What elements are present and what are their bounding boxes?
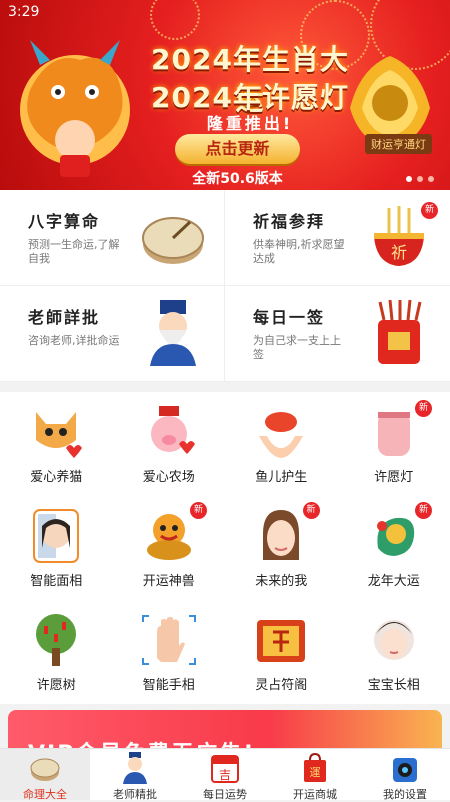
bag-emblem-text: 運 <box>310 766 321 779</box>
promo-banner[interactable]: 2024年生肖大运 2024年许愿灯 隆重推出! 点击更新 全新50.6版本 财… <box>0 0 450 190</box>
new-badge: 新 <box>190 502 207 519</box>
tile-label: 未来的我 <box>225 570 338 589</box>
tile-label: 灵占符阁 <box>225 674 338 693</box>
tile-label: 许愿灯 <box>338 466 450 485</box>
carousel-dot[interactable] <box>406 176 412 182</box>
carousel-dots[interactable] <box>406 176 434 182</box>
tile-beast[interactable]: 新 开运神兽 <box>113 496 226 600</box>
tab-laoshi[interactable]: 老师精批 <box>90 749 180 800</box>
tile-fish[interactable]: 鱼儿护生 <box>225 392 338 496</box>
tile-lantern[interactable]: 新 许愿灯 <box>338 392 450 496</box>
tile-label: 龙年大运 <box>338 570 450 589</box>
palm-icon <box>139 612 199 668</box>
old-master-icon <box>140 300 206 366</box>
lion-icon <box>139 508 199 564</box>
tab-shop[interactable]: 運 开运商城 <box>270 749 360 800</box>
tile-label: 鱼儿护生 <box>225 466 338 485</box>
new-badge: 新 <box>303 502 320 519</box>
update-button[interactable]: 点击更新 <box>175 134 300 164</box>
tile-cat[interactable]: 爱心养猫 <box>0 392 113 496</box>
tile-label: 许愿树 <box>0 674 113 693</box>
banner-version: 全新50.6版本 <box>175 168 300 188</box>
new-badge: 新 <box>415 400 432 417</box>
dragon-icon <box>364 508 424 564</box>
tile-label: 爱心农场 <box>113 466 226 485</box>
card-desc: 为自己求一支上上签 <box>253 334 345 362</box>
future-face-icon <box>251 508 311 564</box>
tile-label: 爱心养猫 <box>0 466 113 485</box>
cat-icon <box>26 404 86 460</box>
card-bazi[interactable]: 八字算命 预测一生命运,了解自我 <box>0 190 225 286</box>
master-icon <box>119 752 151 784</box>
fortune-sticks-icon <box>366 300 432 366</box>
sundial-icon <box>140 204 206 270</box>
carousel-dot[interactable] <box>428 176 434 182</box>
tile-talisman[interactable]: 灵占符阁 <box>225 600 338 704</box>
tile-dragon-year[interactable]: 新 龙年大运 <box>338 496 450 600</box>
card-desc: 供奉神明,祈求愿望达成 <box>253 238 345 266</box>
dragon-mascot-icon <box>10 30 140 180</box>
burner-emblem-text: 祈 <box>391 243 407 262</box>
card-qian[interactable]: 每日一签 为自己求一支上上签 <box>225 286 450 382</box>
tile-face-reading[interactable]: 智能面相 <box>0 496 113 600</box>
card-laoshi[interactable]: 老師詳批 咨询老师,详批命运 <box>0 286 225 382</box>
feature-grid: 爱心养猫 爱心农场 鱼儿护生 新 许愿灯 智能面相 <box>0 392 450 704</box>
lantern-icon <box>364 404 424 460</box>
new-badge: 新 <box>415 502 432 519</box>
baby-face-icon <box>364 612 424 668</box>
calendar-emblem-text: 吉 <box>219 768 231 782</box>
compass-icon <box>29 752 61 784</box>
status-bar: 3:29 <box>0 0 450 24</box>
new-badge: 新 <box>421 202 438 219</box>
face-reading-icon <box>26 508 86 564</box>
card-qifu[interactable]: 祈福参拜 供奉神明,祈求愿望达成 祈 新 <box>225 190 450 286</box>
wish-tree-icon <box>26 612 86 668</box>
tile-baby[interactable]: 宝宝长相 <box>338 600 450 704</box>
tile-future[interactable]: 新 未来的我 <box>225 496 338 600</box>
feature-cards: 八字算命 预测一生命运,了解自我 祈福参拜 供奉神明,祈求愿望达成 祈 新 老師… <box>0 190 450 382</box>
talisman-icon <box>251 612 311 668</box>
robot-icon <box>389 752 421 784</box>
status-time: 3:29 <box>8 4 39 20</box>
tile-label: 开运神兽 <box>113 570 226 589</box>
tab-yunshi[interactable]: 吉 每日运势 <box>180 749 270 800</box>
tab-settings[interactable]: 我的设置 <box>360 749 450 800</box>
tile-label: 智能手相 <box>113 674 226 693</box>
card-desc: 咨询老师,详批命运 <box>28 334 120 348</box>
lamp-label: 财运亨通灯 <box>365 134 432 154</box>
card-desc: 预测一生命运,了解自我 <box>28 238 120 266</box>
pig-icon <box>139 404 199 460</box>
tile-wish-tree[interactable]: 许愿树 <box>0 600 113 704</box>
bottom-tab-bar: 命理大全 老师精批 吉 每日运势 運 开运商城 我的设置 <box>0 748 450 800</box>
shopping-bag-icon: 運 <box>299 752 331 784</box>
tile-label: 智能面相 <box>0 570 113 589</box>
banner-subtitle: 隆重推出! <box>160 110 340 134</box>
fish-hands-icon <box>251 404 311 460</box>
tile-farm[interactable]: 爱心农场 <box>113 392 226 496</box>
calendar-icon: 吉 <box>209 752 241 784</box>
tab-mingli[interactable]: 命理大全 <box>0 749 90 800</box>
carousel-dot[interactable] <box>417 176 423 182</box>
tile-label: 宝宝长相 <box>338 674 450 693</box>
tile-palm[interactable]: 智能手相 <box>113 600 226 704</box>
